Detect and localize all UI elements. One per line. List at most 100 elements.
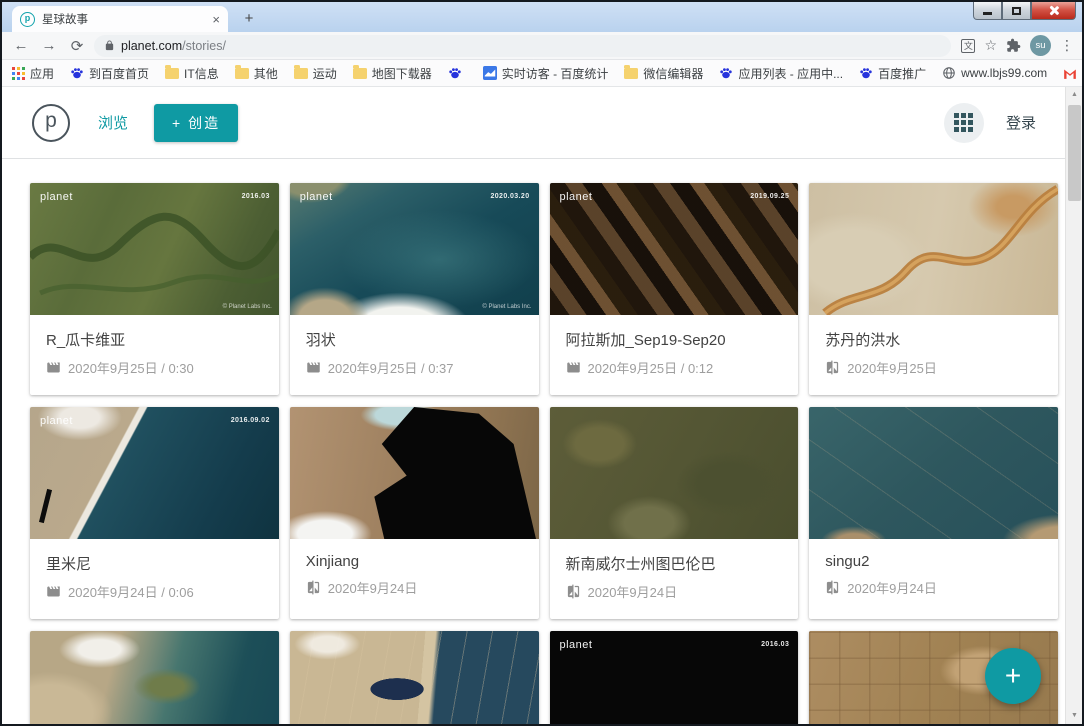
bookmark-folder-sport[interactable]: 运动 [294,65,337,82]
story-card[interactable]: planet 2016.03 [550,631,799,724]
browser-tab[interactable]: p 星球故事 × [12,6,228,32]
bookmarks-bar: 应用 到百度首页 IT信息 其他 运动 地图下载器 实时访客 - 百度统计 [2,60,1082,87]
story-card[interactable]: planet 2019.09.25 阿拉斯加_Sep19-Sep20 2020年… [550,183,799,395]
bookmark-baidu[interactable] [448,66,467,80]
forward-button[interactable]: → [38,37,60,54]
story-date-duration: 2020年9月24日 / 0:06 [68,582,194,601]
story-card[interactable]: planet 2016.09.02 里米尼 2020年9月24日 / 0:06 [30,407,279,619]
vertical-scrollbar[interactable]: ▲ ▼ [1065,87,1082,724]
planet-favicon-icon: p [20,12,35,27]
story-thumbnail[interactable]: planet 2016.09.02 [30,407,279,539]
planet-watermark: planet [560,639,593,651]
story-date: 2020年9月24日 [588,582,678,601]
minimize-icon [983,12,992,15]
bookmark-label: 应用 [30,65,54,82]
apps-menu-button[interactable] [944,103,984,143]
story-thumbnail[interactable] [290,631,539,724]
story-info: singu2 2020年9月24日 [809,539,1058,615]
planet-logo[interactable]: p [32,104,70,142]
story-thumbnail[interactable]: planet 2016.03 © Planet Labs Inc. [30,183,279,315]
story-thumbnail[interactable] [809,183,1058,315]
story-meta: 2020年9月25日 [825,358,1042,377]
menu-dots-icon[interactable]: ⋮ [1060,37,1074,54]
story-title: 里米尼 [46,553,263,574]
bookmark-gmail[interactable]: Gmail [1063,66,1082,80]
story-card[interactable]: Xinjiang 2020年9月24日 [290,407,539,619]
folder-icon [235,68,249,79]
story-thumbnail[interactable]: planet 2016.03 [550,631,799,724]
bookmark-baidu-promo[interactable]: 百度推广 [859,65,926,82]
baidu-icon [719,66,733,80]
story-title: 阿拉斯加_Sep19-Sep20 [566,329,783,350]
movie-icon [566,360,581,375]
bookmark-baidu-home[interactable]: 到百度首页 [70,65,149,82]
story-thumbnail[interactable] [550,407,799,539]
url-path: /stories/ [182,39,226,53]
story-date: 2020年9月24日 [328,578,418,597]
browser-toolbar: ← → ⟳ planet.com/stories/ 文 ☆ su ⋮ [2,32,1082,60]
thumbnail-date-overlay: 2016.03 [761,641,789,648]
bookmark-label: www.lbjs99.com [961,66,1047,80]
bookmark-folder-wechat-editor[interactable]: 微信编辑器 [624,65,703,82]
story-card[interactable]: planet 2016.03 © Planet Labs Inc. R_瓜卡维亚… [30,183,279,395]
minimize-button[interactable] [973,2,1002,20]
bookmark-lbjs[interactable]: www.lbjs99.com [942,66,1047,80]
bookmark-folder-it[interactable]: IT信息 [165,65,219,82]
story-card[interactable]: singu2 2020年9月24日 [809,407,1058,619]
story-card[interactable]: planet 2020.03.20 © Planet Labs Inc. 羽状 … [290,183,539,395]
story-card[interactable]: 新南威尔士州图巴伦巴 2020年9月24日 [550,407,799,619]
url-host: planet.com [121,39,182,53]
bookmark-star-icon[interactable]: ☆ [984,37,997,54]
story-date: 2020年9月25日 [847,358,937,377]
profile-avatar[interactable]: su [1030,35,1051,56]
window-controls [973,2,1076,20]
story-meta: 2020年9月24日 [566,582,783,601]
tab-title: 星球故事 [42,11,205,27]
header-actions: 登录 [944,103,1036,143]
login-link[interactable]: 登录 [1006,112,1036,133]
story-thumbnail[interactable] [290,407,539,539]
bookmark-folder-mapdl[interactable]: 地图下载器 [353,65,432,82]
tab-close-icon[interactable]: × [212,12,220,27]
story-thumbnail[interactable] [809,407,1058,539]
bookmark-label: 到百度首页 [89,65,149,82]
story-thumbnail[interactable]: planet 2020.03.20 © Planet Labs Inc. [290,183,539,315]
thumbnail-date-overlay: 2016.09.02 [231,417,270,424]
thumbnail-date-overlay: 2020.03.20 [490,193,529,200]
story-date: 2020年9月24日 [847,578,937,597]
thumbnail-date-overlay: 2016.03 [242,193,270,200]
story-thumbnail[interactable]: planet 2019.09.25 [550,183,799,315]
reload-button[interactable]: ⟳ [66,37,88,55]
story-thumbnail[interactable] [30,631,279,724]
story-card[interactable]: 苏丹的洪水 2020年9月25日 [809,183,1058,395]
nav-browse-link[interactable]: 浏览 [98,112,128,133]
bookmark-label: 实时访客 - 百度统计 [502,65,609,82]
scroll-up-icon[interactable]: ▲ [1066,87,1082,103]
translate-icon[interactable]: 文 [961,39,975,53]
story-card[interactable] [290,631,539,724]
copyright-credit: © Planet Labs Inc. [482,304,531,310]
address-bar[interactable]: planet.com/stories/ [94,35,951,57]
story-info: 羽状 2020年9月25日 / 0:37 [290,315,539,395]
bookmark-apps[interactable]: 应用 [12,65,54,82]
maximize-button[interactable] [1002,2,1031,20]
bookmark-folder-other[interactable]: 其他 [235,65,278,82]
story-info: 里米尼 2020年9月24日 / 0:06 [30,539,279,619]
bookmark-app-list[interactable]: 应用列表 - 应用中... [719,65,843,82]
extensions-puzzle-icon[interactable] [1006,38,1021,53]
new-tab-button[interactable]: + [238,9,260,29]
river-graphic [809,183,1058,315]
create-button[interactable]: + 创造 [154,104,238,142]
compare-icon [825,580,840,595]
back-button[interactable]: ← [10,37,32,54]
story-meta: 2020年9月25日 / 0:12 [566,358,783,377]
folder-icon [624,68,638,79]
create-story-fab[interactable]: + [985,648,1041,704]
bookmark-baidu-stats[interactable]: 实时访客 - 百度统计 [483,65,609,82]
browser-window: p 星球故事 × + ← → ⟳ planet.com/stories/ 文 ☆… [0,0,1084,726]
planet-watermark: planet [40,191,73,203]
scrollbar-thumb[interactable] [1068,105,1081,201]
scroll-down-icon[interactable]: ▼ [1066,708,1082,724]
close-button[interactable] [1031,2,1076,20]
story-card[interactable] [30,631,279,724]
